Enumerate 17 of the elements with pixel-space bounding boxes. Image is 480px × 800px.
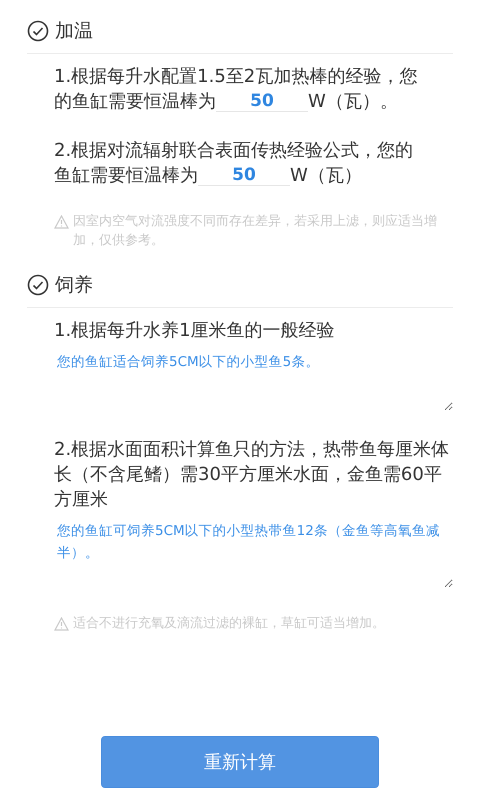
warning-icon	[54, 215, 69, 229]
unit-text: W（瓦）。	[308, 90, 398, 114]
recalculate-button[interactable]: 重新计算	[101, 736, 379, 788]
result-box[interactable]: 您的鱼缸适合饲养5CM以下的小型鱼5条。	[54, 349, 453, 411]
question-text: 2.根据对流辐射联合表面传热经验公式，您的	[54, 139, 414, 163]
question-text: 1.根据每升水养1厘米鱼的一般经验	[54, 319, 336, 343]
wattage-field[interactable]: 50	[198, 165, 290, 186]
unit-text: W（瓦）	[290, 164, 362, 188]
question-text: 2.根据水面面积计算鱼只的方法，热带鱼每厘米体长（不含尾鳍）需30平方厘米水面，金鱼需60平方厘米	[54, 438, 450, 512]
section-title: 饲养	[55, 273, 93, 298]
warning-icon	[54, 617, 69, 631]
section-title: 加温	[55, 19, 93, 44]
result-box[interactable]: 您的鱼缸可饲养5CM以下的小型热带鱼12条（金鱼等高氧鱼减半）。	[54, 518, 453, 588]
question-text: 鱼缸需要恒温棒为	[54, 164, 198, 188]
wattage-field[interactable]: 50	[216, 91, 308, 112]
question-text: 1.根据每升水配置1.5至2瓦加热棒的经验，您	[54, 65, 418, 89]
question-text: 的鱼缸需要恒温棒为	[54, 90, 216, 114]
